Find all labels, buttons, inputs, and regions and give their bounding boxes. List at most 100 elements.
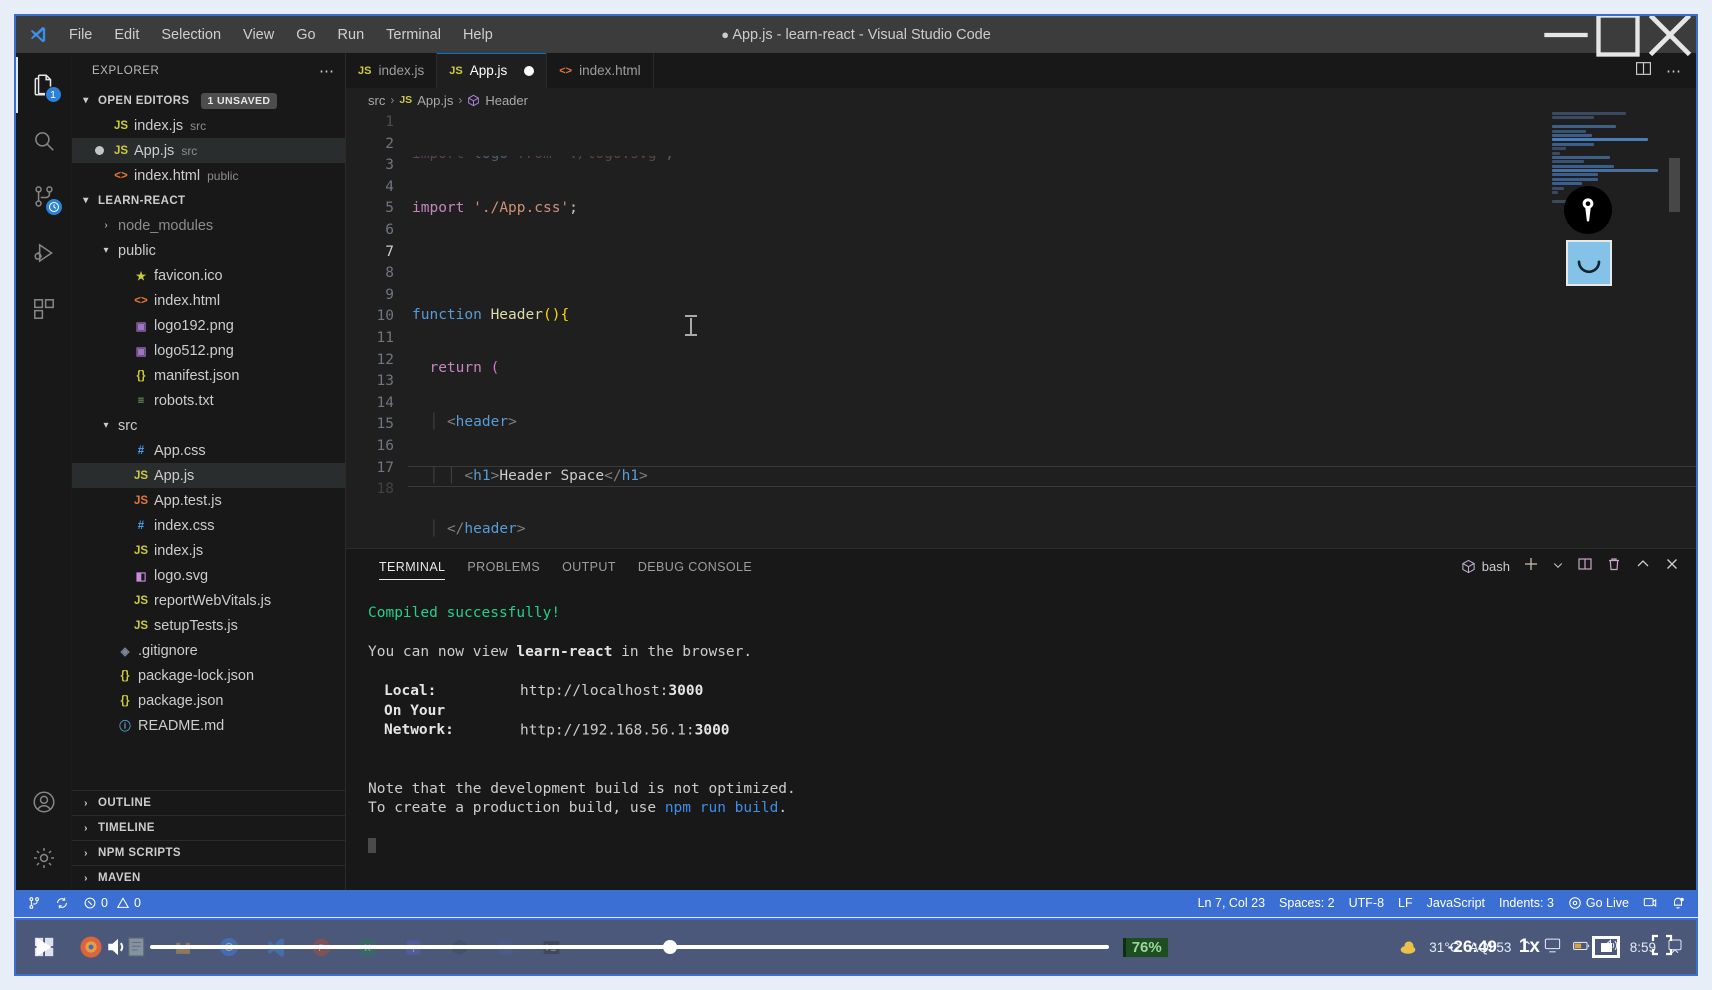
- menu-terminal[interactable]: Terminal: [375, 24, 452, 46]
- code-editor[interactable]: 1 2 3 4 5 6 7 8 9 10 11 12 13 14 15 16 1…: [346, 112, 1696, 548]
- tree-item-logo-svg[interactable]: ◧ logo.svg: [72, 563, 345, 588]
- minimize-button[interactable]: [1540, 16, 1592, 53]
- terminal-output[interactable]: Compiled successfully! You can now view …: [346, 584, 1696, 890]
- tree-item-public[interactable]: ▾ public: [72, 238, 345, 263]
- close-panel-icon[interactable]: [1664, 556, 1680, 577]
- tree-item-src[interactable]: ▾ src: [72, 413, 345, 438]
- window-controls[interactable]: [1540, 16, 1696, 57]
- tree-item-reportwebvitals-js[interactable]: JS reportWebVitals.js: [72, 588, 345, 613]
- breadcrumb-file[interactable]: App.js: [417, 93, 453, 108]
- taskbar-teams-icon[interactable]: T: [390, 924, 436, 970]
- menu-run[interactable]: Run: [327, 24, 376, 46]
- activity-explorer[interactable]: 1: [16, 57, 72, 113]
- taskbar-excel-icon[interactable]: X: [344, 924, 390, 970]
- tab-output[interactable]: OUTPUT: [551, 549, 627, 584]
- more-actions-icon[interactable]: ⋯: [1666, 62, 1682, 80]
- activity-run-and-debug[interactable]: [16, 225, 72, 281]
- taskbar-app-1-icon[interactable]: [160, 924, 206, 970]
- terminal-dropdown-icon[interactable]: [1552, 558, 1564, 576]
- activity-settings[interactable]: [16, 830, 72, 886]
- terminal-shell-selector[interactable]: bash: [1461, 559, 1510, 574]
- taskbar-terminal-icon[interactable]: [528, 924, 574, 970]
- tab-app-js[interactable]: JS App.js: [437, 53, 548, 88]
- status-remote-indicator[interactable]: [20, 890, 48, 915]
- tree-item-node-modules[interactable]: › node_modules: [72, 213, 345, 238]
- menu-edit[interactable]: Edit: [103, 24, 150, 46]
- taskbar-app-2-icon[interactable]: [436, 924, 482, 970]
- status-notifications-icon[interactable]: [1664, 896, 1692, 910]
- maximize-panel-icon[interactable]: [1635, 556, 1651, 577]
- menu-go[interactable]: Go: [285, 24, 326, 46]
- tree-item-package-json[interactable]: {} package.json: [72, 688, 345, 713]
- tab-problems[interactable]: PROBLEMS: [456, 549, 551, 584]
- tree-item--gitignore[interactable]: ◈ .gitignore: [72, 638, 345, 663]
- tray-notifications-icon[interactable]: [1666, 937, 1684, 958]
- tree-item-index-css[interactable]: # index.css: [72, 513, 345, 538]
- tree-item-logo512-png[interactable]: ▣ logo512.png: [72, 338, 345, 363]
- tree-item-robots-txt[interactable]: ≡ robots.txt: [72, 388, 345, 413]
- tree-item-app-test-js[interactable]: JS App.test.js: [72, 488, 345, 513]
- maximize-button[interactable]: [1592, 16, 1644, 57]
- menu-bar[interactable]: File Edit Selection View Go Run Terminal…: [58, 24, 504, 46]
- tab-dirty-icon[interactable]: [524, 65, 535, 76]
- tree-item-index-js[interactable]: JS index.js: [72, 538, 345, 563]
- kill-terminal-icon[interactable]: [1606, 556, 1622, 577]
- taskbar-powerpoint-icon[interactable]: P: [298, 924, 344, 970]
- status-indents[interactable]: Indents: 3: [1492, 896, 1561, 910]
- tab-index-js[interactable]: JS index.js: [346, 53, 438, 88]
- open-editor-app-js[interactable]: JS App.js src: [72, 138, 345, 163]
- tree-item-app-js[interactable]: JS App.js: [72, 463, 345, 488]
- split-editor-icon[interactable]: [1635, 60, 1652, 82]
- tree-item-logo192-png[interactable]: ▣ logo192.png: [72, 313, 345, 338]
- menu-file[interactable]: File: [58, 24, 103, 46]
- breadcrumb-symbol[interactable]: Header: [485, 93, 528, 108]
- tab-index-html[interactable]: <> index.html: [547, 53, 654, 88]
- status-screencast-icon[interactable]: [1636, 896, 1664, 910]
- status-sync[interactable]: [48, 890, 76, 915]
- status-go-live[interactable]: Go Live: [1561, 896, 1636, 910]
- status-problems[interactable]: 0 0: [76, 890, 148, 915]
- close-button[interactable]: [1644, 16, 1696, 56]
- tab-terminal[interactable]: TERMINAL: [368, 549, 456, 584]
- section-timeline[interactable]: › TIMELINE: [72, 815, 345, 840]
- tray-screen-icon[interactable]: [1543, 936, 1562, 958]
- taskbar-vscode-icon[interactable]: [252, 924, 298, 970]
- status-language-mode[interactable]: JavaScript: [1420, 896, 1492, 910]
- tab-debug-console[interactable]: DEBUG CONSOLE: [627, 549, 763, 584]
- menu-help[interactable]: Help: [452, 24, 504, 46]
- menu-view[interactable]: View: [232, 24, 285, 46]
- taskbar-app-3-icon[interactable]: [482, 924, 528, 970]
- activity-source-control[interactable]: [16, 169, 72, 225]
- code-content[interactable]: import logo from './logo.svg'; import '.…: [408, 112, 1696, 548]
- taskbar-chrome-icon[interactable]: [206, 924, 252, 970]
- tree-item-manifest-json[interactable]: {} manifest.json: [72, 363, 345, 388]
- tree-item-app-css[interactable]: # App.css: [72, 438, 345, 463]
- status-indentation[interactable]: Spaces: 2: [1272, 896, 1342, 910]
- section-npm-scripts[interactable]: › NPM SCRIPTS: [72, 840, 345, 865]
- start-button-icon[interactable]: [22, 924, 68, 970]
- taskbar-firefox-icon[interactable]: [68, 924, 114, 970]
- open-editor-index-html[interactable]: <> index.html public: [72, 163, 345, 188]
- section-learn-react[interactable]: ▾ LEARN-REACT: [72, 188, 345, 213]
- tree-item-favicon-ico[interactable]: ★ favicon.ico: [72, 263, 345, 288]
- split-terminal-icon[interactable]: [1577, 556, 1593, 577]
- tree-item-index-html[interactable]: <> index.html: [72, 288, 345, 313]
- breadcrumb[interactable]: src › JS App.js › Header: [346, 88, 1696, 112]
- section-open-editors[interactable]: ▾ OPEN EDITORS 1 UNSAVED: [72, 88, 345, 113]
- tray-chevron-up-icon[interactable]: ⌃: [1521, 939, 1532, 955]
- breadcrumb-folder[interactable]: src: [368, 93, 385, 108]
- activity-search[interactable]: [16, 113, 72, 169]
- menu-selection[interactable]: Selection: [150, 24, 232, 46]
- tray-clock[interactable]: 8:59: [1630, 940, 1656, 955]
- tray-volume-icon[interactable]: [1601, 936, 1620, 958]
- tray-battery-icon[interactable]: [1572, 936, 1591, 958]
- tree-item-package-lock-json[interactable]: {} package-lock.json: [72, 663, 345, 688]
- activity-accounts[interactable]: [16, 774, 72, 830]
- tree-item-readme-md[interactable]: ⓘ README.md: [72, 713, 345, 738]
- taskbar-notepad-icon[interactable]: [114, 924, 160, 970]
- status-eol[interactable]: LF: [1391, 896, 1420, 910]
- status-cursor-position[interactable]: Ln 7, Col 23: [1191, 896, 1272, 910]
- new-terminal-icon[interactable]: [1523, 556, 1539, 577]
- open-editor-index-js[interactable]: JS index.js src: [72, 113, 345, 138]
- explorer-more-icon[interactable]: ⋯: [319, 62, 335, 80]
